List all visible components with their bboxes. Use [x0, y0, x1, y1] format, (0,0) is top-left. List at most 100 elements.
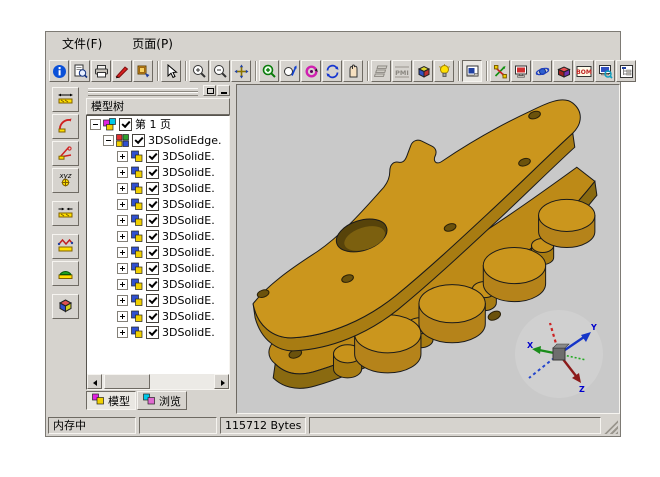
visibility-checkbox[interactable] — [146, 198, 159, 211]
axis-z-label: Z — [579, 385, 585, 394]
visibility-checkbox[interactable] — [146, 182, 159, 195]
visibility-checkbox[interactable] — [132, 134, 145, 147]
viewport-3d[interactable]: X Y Z — [236, 84, 620, 414]
panel-grip[interactable] — [86, 85, 230, 98]
capture-button[interactable] — [511, 60, 531, 82]
menu-bar: 文件(F) 页面(P) — [46, 32, 620, 54]
pmi-button[interactable]: PMI — [392, 60, 412, 82]
tree-item-page[interactable]: 第 1 页 — [87, 116, 229, 132]
collapse-icon[interactable] — [90, 119, 101, 130]
expand-icon[interactable] — [117, 295, 128, 306]
zoom-in-button[interactable] — [189, 60, 209, 82]
tab-browse[interactable]: 浏览 — [137, 391, 187, 410]
zoom-dynamic-button[interactable] — [280, 60, 300, 82]
coord-xyz-button[interactable]: xyz — [52, 168, 79, 193]
visibility-checkbox[interactable] — [146, 214, 159, 227]
tree-item-solid[interactable]: 3DSolidE. — [87, 164, 229, 180]
tree-item-solid[interactable]: 3DSolidE. — [87, 276, 229, 292]
tree-item-assembly[interactable]: 3DSolidEdge. — [87, 132, 229, 148]
visibility-checkbox[interactable] — [119, 118, 132, 131]
visibility-checkbox[interactable] — [146, 310, 159, 323]
rotate-button[interactable] — [301, 60, 321, 82]
expand-icon[interactable] — [117, 311, 128, 322]
axis-x-label: X — [527, 341, 534, 350]
axes-tools-button[interactable] — [490, 60, 510, 82]
tree-item-solid[interactable]: 3DSolidE. — [87, 244, 229, 260]
expand-icon[interactable] — [117, 231, 128, 242]
expand-icon[interactable] — [117, 247, 128, 258]
tree-item-solid[interactable]: 3DSolidE. — [87, 148, 229, 164]
light-icon — [437, 64, 452, 79]
tree-item-solid[interactable]: 3DSolidE. — [87, 180, 229, 196]
dim-radius-button[interactable] — [52, 114, 79, 139]
dim-distance-button[interactable] — [52, 201, 79, 226]
model-tree[interactable]: 第 1 页 3DSolidEdge. 3DSolidE. 3DSolidE. 3… — [86, 115, 230, 390]
tree-item-solid[interactable]: 3DSolidE. — [87, 308, 229, 324]
zoom-out-button[interactable] — [210, 60, 230, 82]
layers-button[interactable] — [371, 60, 391, 82]
visibility-checkbox[interactable] — [146, 246, 159, 259]
expand-icon[interactable] — [117, 183, 128, 194]
scroll-right-button[interactable] — [214, 374, 229, 389]
scroll-left-button[interactable] — [87, 374, 102, 389]
visibility-checkbox[interactable] — [146, 230, 159, 243]
menu-page[interactable]: 页面(P) — [132, 35, 173, 52]
tree-item-solid[interactable]: 3DSolidE. — [87, 292, 229, 308]
render-mode-button[interactable] — [462, 60, 482, 82]
tree-item-solid[interactable]: 3DSolidE. — [87, 260, 229, 276]
dim-horizontal-button[interactable] — [52, 87, 79, 112]
expand-icon[interactable] — [117, 279, 128, 290]
select-button[interactable] — [161, 60, 181, 82]
monitor-zoom-button[interactable] — [595, 60, 615, 82]
dim-angle-button[interactable] — [52, 141, 79, 166]
markup-pen-button[interactable] — [112, 60, 132, 82]
visibility-checkbox[interactable] — [146, 150, 159, 163]
tree-horizontal-scrollbar[interactable] — [87, 374, 229, 389]
tree-item-solid[interactable]: 3DSolidE. — [87, 196, 229, 212]
visibility-checkbox[interactable] — [146, 278, 159, 291]
scrollbar-thumb[interactable] — [104, 374, 150, 389]
tree-item-solid[interactable]: 3DSolidE. — [87, 324, 229, 340]
collapse-icon[interactable] — [103, 135, 114, 146]
expand-icon[interactable] — [117, 167, 128, 178]
bom-button[interactable]: BOM — [574, 60, 594, 82]
expand-icon[interactable] — [117, 199, 128, 210]
measure-toolbar: xyz — [46, 84, 84, 414]
area-measure-button[interactable] — [52, 261, 79, 286]
tree-item-solid[interactable]: 3DSolidE. — [87, 228, 229, 244]
orbit-button[interactable] — [532, 60, 552, 82]
info-button[interactable] — [49, 60, 69, 82]
pan-hand-button[interactable] — [343, 60, 363, 82]
expand-icon[interactable] — [117, 263, 128, 274]
status-message — [309, 417, 601, 434]
spin-button[interactable] — [322, 60, 342, 82]
expand-icon[interactable] — [117, 327, 128, 338]
visibility-checkbox[interactable] — [146, 294, 159, 307]
resize-grip[interactable] — [604, 420, 618, 434]
panel-float-button[interactable] — [203, 85, 216, 96]
tree-view-button[interactable] — [616, 60, 636, 82]
solid-box-button[interactable] — [553, 60, 573, 82]
export-button[interactable] — [133, 60, 153, 82]
scrollbar-track[interactable] — [102, 374, 214, 389]
pan-button[interactable] — [231, 60, 251, 82]
light-button[interactable] — [434, 60, 454, 82]
visibility-checkbox[interactable] — [146, 326, 159, 339]
visibility-checkbox[interactable] — [146, 166, 159, 179]
print-preview-button[interactable] — [70, 60, 90, 82]
spin-icon — [325, 64, 340, 79]
tab-model[interactable]: 模型 — [86, 391, 136, 410]
view-cube-button[interactable] — [413, 60, 433, 82]
zoom-window-button[interactable] — [259, 60, 279, 82]
expand-icon[interactable] — [117, 151, 128, 162]
tree-item-solid[interactable]: 3DSolidE. — [87, 212, 229, 228]
expand-icon[interactable] — [117, 215, 128, 226]
print-button[interactable] — [91, 60, 111, 82]
volume-measure-button[interactable] — [52, 294, 79, 319]
panel-hide-button[interactable] — [217, 85, 230, 96]
visibility-checkbox[interactable] — [146, 262, 159, 275]
orientation-triad[interactable]: X Y Z — [513, 308, 605, 400]
curve-measure-button[interactable] — [52, 234, 79, 259]
render-mode-icon — [465, 64, 480, 79]
menu-file[interactable]: 文件(F) — [62, 35, 102, 52]
